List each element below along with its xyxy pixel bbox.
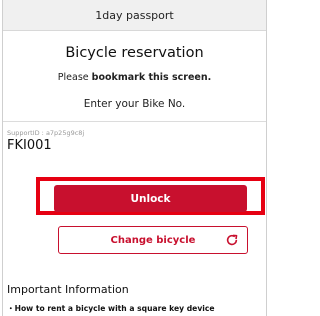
info-list-item[interactable]: ・How to rent a bicycle with a square key… xyxy=(7,303,215,314)
top-bar: 1day passport xyxy=(3,0,266,31)
bookmark-notice: Please bookmark this screen. xyxy=(3,72,266,83)
bike-number: FKI001 xyxy=(7,138,52,153)
app-frame: 1day passport Bicycle reservation Please… xyxy=(2,0,267,316)
refresh-icon xyxy=(226,234,238,246)
app-title: 1day passport xyxy=(95,8,174,22)
support-id: SupportID : a7p25g9c8j xyxy=(7,129,85,137)
enter-bike-prompt: Enter your Bike No. xyxy=(3,98,266,122)
bookmark-prefix: Please xyxy=(57,72,92,83)
unlock-button[interactable]: Unlock xyxy=(54,185,247,212)
page-title: Bicycle reservation xyxy=(65,45,204,61)
change-bicycle-button[interactable]: Change bicycle xyxy=(58,226,248,254)
change-bicycle-label: Change bicycle xyxy=(110,234,196,246)
important-info-heading: Important Information xyxy=(7,283,129,296)
bookmark-emphasis: bookmark this screen. xyxy=(91,72,212,83)
